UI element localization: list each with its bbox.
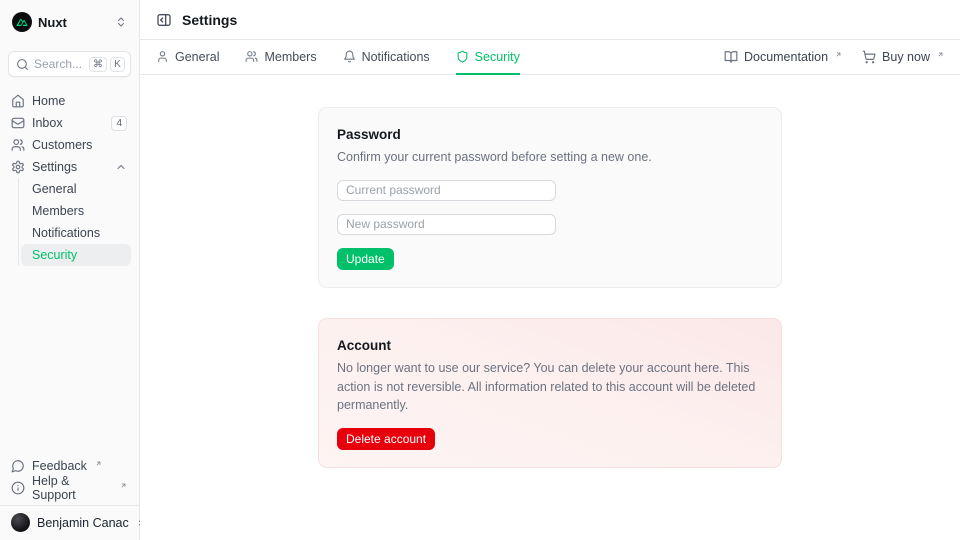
- team-name: Nuxt: [38, 15, 109, 30]
- chevrons-up-down-icon: [115, 16, 127, 28]
- main-panel: Settings General Members: [140, 0, 960, 540]
- tab-members[interactable]: Members: [245, 40, 316, 75]
- account-card-description: No longer want to use our service? You c…: [337, 359, 763, 415]
- documentation-link[interactable]: Documentation: [724, 50, 842, 64]
- sidebar-item-help-support[interactable]: Help & Support: [8, 477, 131, 499]
- team-selector[interactable]: Nuxt: [8, 10, 131, 34]
- users-icon: [11, 138, 25, 152]
- sidebar-item-label: Home: [32, 94, 127, 108]
- book-open-icon: [724, 50, 738, 64]
- account-card: Account No longer want to use our servic…: [318, 318, 782, 468]
- tab-label: Security: [475, 50, 520, 64]
- page-header: Settings: [140, 0, 960, 40]
- tab-general[interactable]: General: [156, 40, 219, 75]
- sidebar-item-label: Inbox: [32, 116, 104, 130]
- tab-security[interactable]: Security: [456, 40, 520, 75]
- shield-icon: [456, 50, 469, 63]
- sidebar-subitem-label: Security: [32, 248, 77, 262]
- shopping-cart-icon: [862, 50, 876, 64]
- tool-link-label: Documentation: [744, 50, 828, 64]
- settings-tabbar: General Members Notifications: [140, 40, 960, 75]
- tab-label: Members: [264, 50, 316, 64]
- info-circle-icon: [11, 481, 25, 495]
- sidebar-item-settings[interactable]: Settings: [8, 156, 131, 178]
- user-name: Benjamin Canac: [37, 516, 129, 530]
- sidebar-item-customers[interactable]: Customers: [8, 134, 131, 156]
- password-card-description: Confirm your current password before set…: [337, 148, 763, 167]
- app-window: Nuxt Search... ⌘ K Home: [0, 0, 960, 540]
- delete-account-button[interactable]: Delete account: [337, 428, 435, 450]
- sidebar-subitem-notifications[interactable]: Notifications: [21, 222, 131, 244]
- external-link-icon: [120, 482, 127, 489]
- tab-notifications[interactable]: Notifications: [343, 40, 430, 75]
- search-placeholder: Search...: [34, 57, 84, 71]
- update-password-button[interactable]: Update: [337, 248, 394, 270]
- sidebar: Nuxt Search... ⌘ K Home: [0, 0, 140, 540]
- collapse-sidebar-icon[interactable]: [156, 12, 172, 28]
- sidebar-item-inbox[interactable]: Inbox 4: [8, 112, 131, 134]
- bell-icon: [343, 50, 356, 63]
- external-link-icon: [835, 51, 842, 58]
- sidebar-item-label: Settings: [32, 160, 108, 174]
- settings-subnav: General Members Notifications Security: [18, 178, 131, 266]
- page-title: Settings: [182, 12, 237, 28]
- tool-link-label: Buy now: [882, 50, 930, 64]
- chat-bubble-icon: [11, 459, 25, 473]
- tab-label: Notifications: [362, 50, 430, 64]
- sidebar-subitem-security[interactable]: Security: [21, 244, 131, 266]
- password-card: Password Confirm your current password b…: [318, 107, 782, 288]
- header-toolbar: Documentation Buy now: [724, 40, 944, 74]
- sidebar-subitem-label: Notifications: [32, 226, 100, 240]
- external-link-icon: [95, 460, 102, 467]
- user-avatar: [11, 513, 30, 532]
- users-icon: [245, 50, 258, 63]
- sidebar-item-label: Customers: [32, 138, 127, 152]
- inbox-count-badge: 4: [111, 116, 127, 131]
- sidebar-item-label: Feedback: [32, 459, 87, 473]
- sidebar-subitem-general[interactable]: General: [21, 178, 131, 200]
- sidebar-item-home[interactable]: Home: [8, 90, 131, 112]
- tabs: General Members Notifications: [156, 40, 520, 74]
- chevron-up-icon: [115, 161, 127, 173]
- sidebar-subitem-label: General: [32, 182, 76, 196]
- user-icon: [156, 50, 169, 63]
- new-password-field[interactable]: [337, 214, 556, 235]
- sidebar-nav: Home Inbox 4 Customers Settings: [8, 90, 131, 266]
- sidebar-subitem-label: Members: [32, 204, 84, 218]
- password-card-title: Password: [337, 127, 763, 142]
- sidebar-footer: Feedback Help & Support Benjamin Canac: [8, 455, 131, 532]
- external-link-icon: [937, 51, 944, 58]
- tab-label: General: [175, 50, 219, 64]
- nuxt-logo-icon: [12, 12, 32, 32]
- user-menu[interactable]: Benjamin Canac: [8, 511, 131, 532]
- current-password-field[interactable]: [337, 180, 556, 201]
- sidebar-subitem-members[interactable]: Members: [21, 200, 131, 222]
- search-icon: [16, 58, 29, 71]
- settings-security-content: Password Confirm your current password b…: [140, 75, 960, 540]
- kbd-k: K: [110, 57, 125, 72]
- search-kbd-shortcuts: ⌘ K: [89, 57, 125, 72]
- sidebar-item-label: Help & Support: [32, 474, 112, 502]
- inbox-icon: [11, 116, 25, 130]
- kbd-command: ⌘: [89, 57, 107, 72]
- account-card-title: Account: [337, 338, 763, 353]
- home-icon: [11, 94, 25, 108]
- buy-now-link[interactable]: Buy now: [862, 50, 944, 64]
- search-input[interactable]: Search... ⌘ K: [8, 51, 131, 77]
- gear-icon: [11, 160, 25, 174]
- sidebar-divider: [0, 505, 139, 506]
